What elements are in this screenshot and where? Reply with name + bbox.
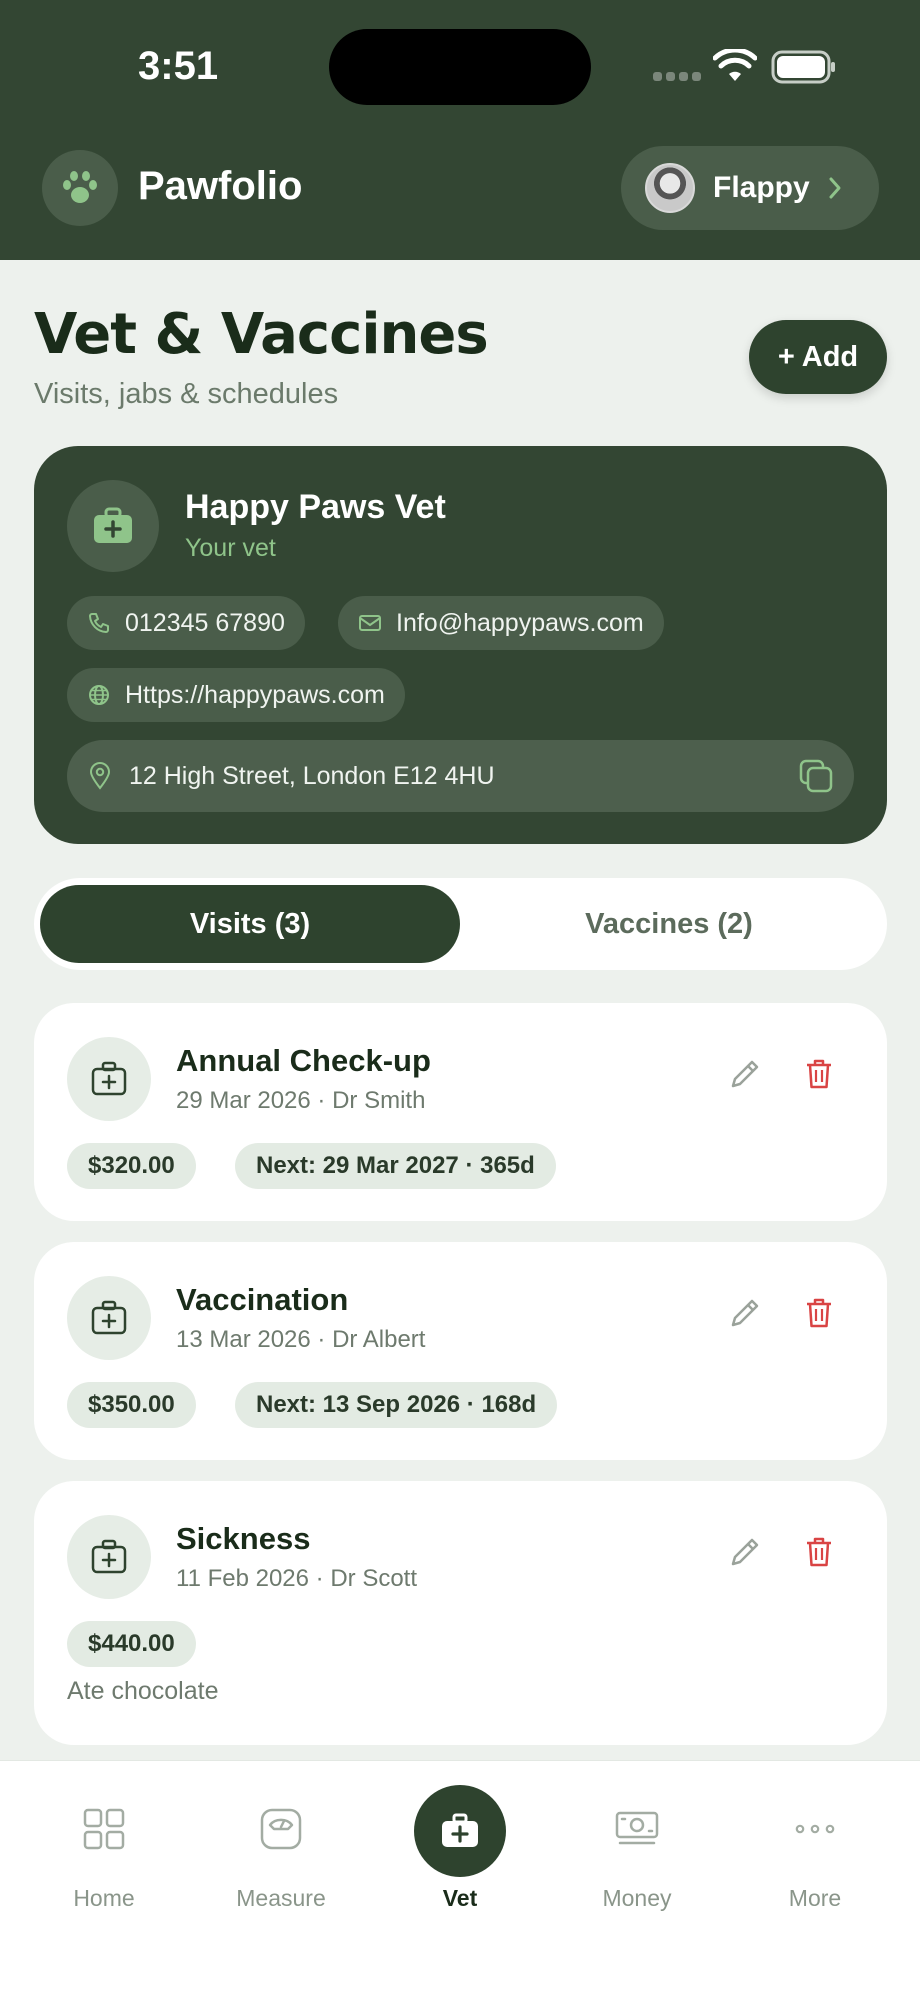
nav-label: Measure — [236, 1885, 326, 1911]
trash-icon[interactable] — [804, 1535, 834, 1569]
nav-home[interactable]: Home — [12, 1761, 196, 1941]
visit-card[interactable]: Vaccination 13 Mar 2026 · Dr Albert $350… — [34, 1242, 887, 1460]
scale-icon — [260, 1808, 302, 1850]
trash-icon[interactable] — [804, 1296, 834, 1330]
more-icon — [795, 1824, 835, 1834]
bottom-nav: Home Measure Vet Money More — [0, 1760, 920, 2000]
vet-role: Your vet — [185, 534, 276, 562]
cost-badge: $350.00 — [67, 1382, 196, 1428]
visit-meta: 29 Mar 2026 · Dr Smith — [176, 1087, 426, 1114]
chevron-right-icon — [829, 177, 841, 199]
email-chip[interactable]: Info@happypaws.com — [338, 596, 664, 650]
nav-money[interactable]: Money — [545, 1761, 729, 1941]
nav-vet[interactable]: Vet — [368, 1761, 552, 1941]
medkit-icon — [67, 1276, 151, 1360]
app-header: 3:51 Pawfolio Flappy — [0, 0, 920, 260]
visit-meta: 11 Feb 2026 · Dr Scott — [176, 1565, 418, 1592]
next-due-badge: Next: 13 Sep 2026 · 168d — [235, 1382, 558, 1428]
tab-bar: Visits (3) Vaccines (2) — [34, 878, 887, 970]
next-due-badge: Next: 29 Mar 2027 · 365d — [235, 1143, 556, 1189]
status-time: 3:51 — [138, 44, 219, 88]
address-bar[interactable]: 12 High Street, London E12 4HU — [67, 740, 854, 812]
tab-visits[interactable]: Visits (3) — [40, 885, 460, 963]
medkit-icon — [414, 1785, 506, 1877]
page-subtitle: Visits, jabs & schedules — [34, 378, 339, 410]
signal-icon — [653, 72, 701, 81]
pet-avatar — [645, 163, 695, 213]
visit-card[interactable]: Annual Check-up 29 Mar 2026 · Dr Smith $… — [34, 1003, 887, 1221]
vet-email: Info@happypaws.com — [396, 608, 644, 637]
edit-pencil-icon[interactable] — [728, 1057, 762, 1091]
visit-title: Annual Check-up — [176, 1043, 431, 1078]
trash-icon[interactable] — [804, 1057, 834, 1091]
page-title: Vet & Vaccines — [34, 302, 489, 367]
vet-address: 12 High Street, London E12 4HU — [129, 761, 495, 790]
cash-icon — [615, 1811, 659, 1845]
tab-vaccines[interactable]: Vaccines (2) — [459, 885, 879, 963]
vet-phone: 012345 67890 — [125, 608, 285, 637]
website-chip[interactable]: Https://happypaws.com — [67, 668, 405, 722]
pet-switcher-button[interactable]: Flappy — [621, 146, 879, 230]
vet-name: Happy Paws Vet — [185, 488, 446, 526]
cost-badge: $320.00 — [67, 1143, 196, 1189]
visit-meta: 13 Mar 2026 · Dr Albert — [176, 1326, 426, 1353]
medkit-icon — [67, 480, 159, 572]
edit-pencil-icon[interactable] — [728, 1535, 762, 1569]
nav-label: Home — [73, 1885, 135, 1911]
copy-icon[interactable] — [798, 758, 834, 794]
vet-website: Https://happypaws.com — [125, 680, 385, 709]
pet-name: Flappy — [713, 171, 810, 204]
medkit-icon — [67, 1037, 151, 1121]
nav-measure[interactable]: Measure — [189, 1761, 373, 1941]
nav-label: More — [788, 1885, 842, 1911]
mail-icon — [359, 615, 381, 631]
cost-badge: $440.00 — [67, 1621, 196, 1667]
visit-note: Ate chocolate — [67, 1677, 219, 1705]
dynamic-island — [329, 29, 591, 105]
location-pin-icon — [89, 762, 111, 790]
nav-label: Money — [602, 1885, 672, 1911]
nav-more[interactable]: More — [723, 1761, 907, 1941]
grid-icon — [83, 1808, 125, 1850]
add-button[interactable]: + Add — [749, 320, 887, 394]
nav-label: Vet — [442, 1885, 478, 1911]
medkit-icon — [67, 1515, 151, 1599]
visit-title: Sickness — [176, 1521, 311, 1556]
wifi-icon — [713, 49, 757, 81]
app-title: Pawfolio — [138, 164, 303, 208]
edit-pencil-icon[interactable] — [728, 1296, 762, 1330]
vet-card: Happy Paws Vet Your vet 012345 67890 Inf… — [34, 446, 887, 844]
phone-icon — [89, 613, 109, 633]
globe-icon — [89, 685, 109, 705]
visit-title: Vaccination — [176, 1282, 349, 1317]
paw-logo-icon — [42, 150, 118, 226]
visit-card[interactable]: Sickness 11 Feb 2026 · Dr Scott $440.00 … — [34, 1481, 887, 1745]
phone-chip[interactable]: 012345 67890 — [67, 596, 305, 650]
battery-icon — [771, 50, 835, 84]
